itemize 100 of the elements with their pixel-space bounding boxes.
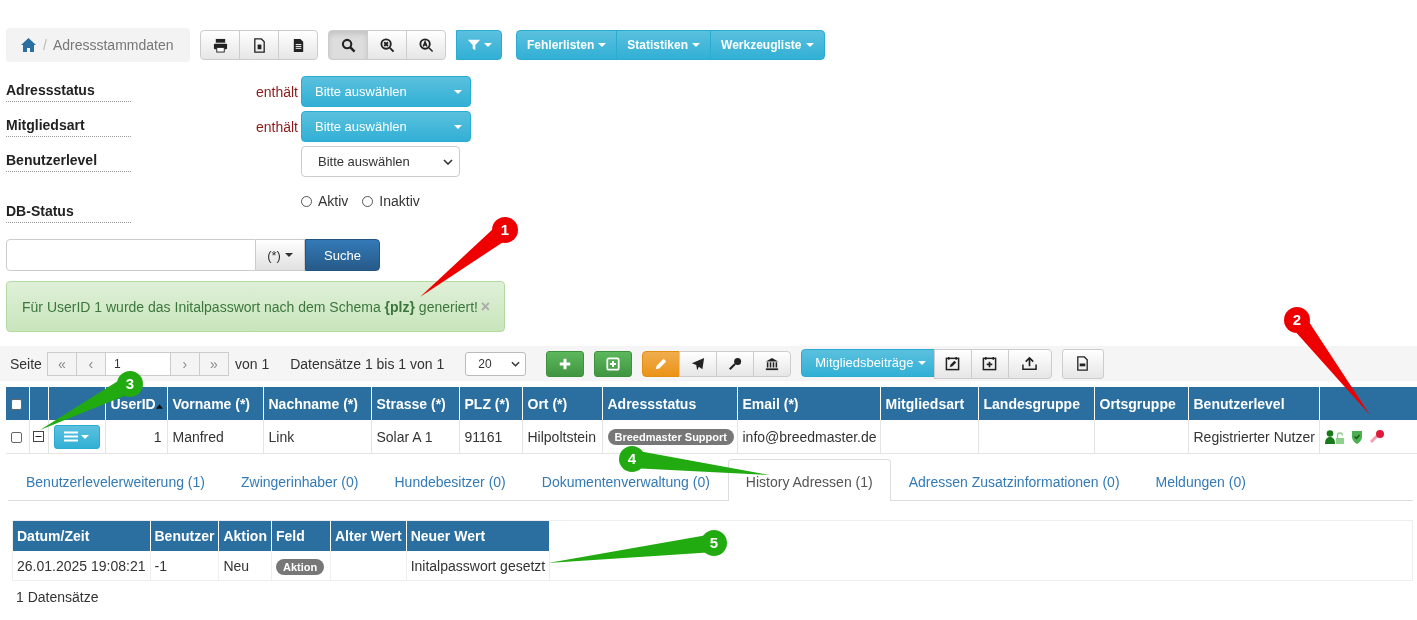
magnifier-icon	[379, 37, 395, 53]
column-header: Alter Wert	[330, 521, 407, 551]
column-header: Benutzer	[150, 521, 219, 551]
column-header[interactable]: Benutzerlevel	[1188, 387, 1319, 420]
breadcrumb: / Adressstammdaten	[6, 28, 190, 62]
key-button[interactable]	[716, 350, 755, 377]
zoom-reset-button[interactable]	[367, 30, 407, 60]
plus-square-icon	[606, 356, 621, 371]
search-mode-dropdown[interactable]: (*)	[256, 239, 305, 271]
add-button[interactable]	[546, 350, 585, 377]
column-header: Aktion	[218, 521, 272, 551]
home-icon[interactable]	[20, 37, 37, 53]
tab[interactable]: Hundebesitzer (0)	[376, 474, 524, 501]
key-icon	[728, 356, 743, 371]
page-nav-button[interactable]: »	[198, 351, 229, 376]
search-button[interactable]: Suche	[305, 239, 380, 271]
caret-icon	[454, 89, 462, 94]
user-unlock-icon[interactable]	[1324, 429, 1345, 444]
magnifier-icon	[418, 37, 434, 53]
tab[interactable]: Meldungen (0)	[1137, 474, 1264, 501]
shield-check-icon[interactable]	[1350, 429, 1363, 444]
column-header[interactable]: Adressstatus	[602, 387, 737, 420]
pencil-icon	[654, 356, 669, 371]
tab[interactable]: Dokumentenverwaltung (0)	[523, 474, 728, 501]
radio-label: Inaktiv	[379, 193, 420, 209]
zoom-button[interactable]	[406, 30, 446, 60]
caret-icon	[454, 124, 462, 129]
radio-label: Aktiv	[318, 193, 349, 209]
table-cell: info@breedmaster.de	[737, 420, 880, 454]
column-header[interactable]: Nachname (*)	[263, 387, 371, 420]
printer-icon	[212, 37, 228, 53]
plus-icon	[558, 356, 573, 371]
send-button[interactable]	[679, 350, 718, 377]
key-icon[interactable]	[1368, 429, 1385, 444]
bank-button[interactable]	[753, 350, 792, 377]
column-header[interactable]: Mitgliedsart	[880, 387, 978, 420]
table-cell: Hilpoltstein	[522, 420, 602, 454]
operator-label: enthält	[254, 83, 298, 100]
page-count: von 1	[234, 355, 270, 372]
page-label: Seite	[10, 355, 42, 372]
select-all-checkbox[interactable]	[11, 399, 22, 411]
tab[interactable]: Adressen Zusatzinformationen (0)	[890, 474, 1138, 501]
table-cell: Manfred	[167, 420, 263, 454]
page-nav-button[interactable]: ‹	[75, 351, 106, 376]
page-nav-button[interactable]: ›	[169, 351, 200, 376]
collapse-icon[interactable]	[32, 430, 44, 442]
csv-file-icon	[1075, 356, 1091, 371]
document-button[interactable]	[278, 30, 318, 60]
filter-button[interactable]	[456, 30, 502, 60]
column-header[interactable]: Strasse (*)	[371, 387, 459, 420]
alert-message: Für UserID 1 wurde das Initalpasswort nach dem Schema {plz} generiert!	[22, 298, 478, 315]
table-cell: Registrierter Nutzer	[1188, 420, 1319, 454]
column-header: Feld	[271, 521, 331, 551]
column-header[interactable]: Ortsgruppe	[1094, 387, 1188, 420]
column-header[interactable]: PLZ (*)	[459, 387, 522, 420]
print-button[interactable]	[200, 30, 240, 60]
add-record-button[interactable]	[594, 350, 633, 377]
row-menu-button[interactable]	[53, 424, 100, 449]
status-badge: Aktion	[275, 558, 325, 575]
select-field[interactable]: Bitte auswählen	[301, 146, 460, 177]
calendar-add-button[interactable]	[970, 348, 1009, 379]
upload-button[interactable]	[1007, 348, 1052, 379]
row-checkbox[interactable]	[11, 432, 22, 444]
funnel-icon	[466, 38, 481, 52]
column-header[interactable]: Email (*)	[737, 387, 880, 420]
calendar-edit-button[interactable]	[933, 348, 972, 379]
chevron-icon	[443, 158, 453, 165]
tab[interactable]: History Adressen (1)	[727, 459, 891, 501]
caret-icon	[483, 43, 492, 47]
table-cell: -1	[150, 551, 219, 581]
table-cell: 26.01.2025 19:08:21	[13, 551, 150, 581]
sort-icon[interactable]	[155, 403, 163, 409]
table-cell: Link	[263, 420, 371, 454]
tab[interactable]: Benutzerlevelerweiterung (1)	[8, 474, 223, 501]
table-cell: 91161	[459, 420, 522, 454]
column-header: Datum/Zeit	[13, 521, 150, 551]
record-count: Datensätze 1 bis 1 von 1	[290, 355, 445, 372]
tab[interactable]: Zwingerinhaber (0)	[223, 474, 377, 501]
column-header[interactable]: Vorname (*)	[167, 387, 263, 420]
paper-plane-icon	[691, 356, 706, 371]
page-size-select[interactable]: 20	[465, 351, 527, 376]
column-header[interactable]: Landesgruppe	[978, 387, 1094, 420]
csv-export-button[interactable]	[1061, 348, 1104, 379]
table-cell: Solar A 1	[371, 420, 459, 454]
filter-label: Benutzerlevel	[6, 151, 131, 172]
bank-icon	[765, 356, 780, 371]
filter-label: Mitgliedsart	[6, 116, 131, 137]
search-button[interactable]	[328, 30, 368, 60]
document-icon	[251, 37, 267, 53]
search-icon	[340, 37, 356, 53]
upload-icon	[1022, 356, 1038, 371]
table-cell: 1	[105, 420, 167, 454]
column-header[interactable]: Ort (*)	[522, 387, 602, 420]
chevron-icon	[511, 360, 521, 367]
page-nav-button[interactable]: «	[46, 351, 77, 376]
operator-label: enthält	[254, 118, 298, 135]
page-input[interactable]: 1	[104, 351, 171, 376]
font-document-button[interactable]	[239, 30, 279, 60]
search-field[interactable]	[6, 239, 256, 271]
filter-label: DB-Status	[6, 203, 131, 223]
